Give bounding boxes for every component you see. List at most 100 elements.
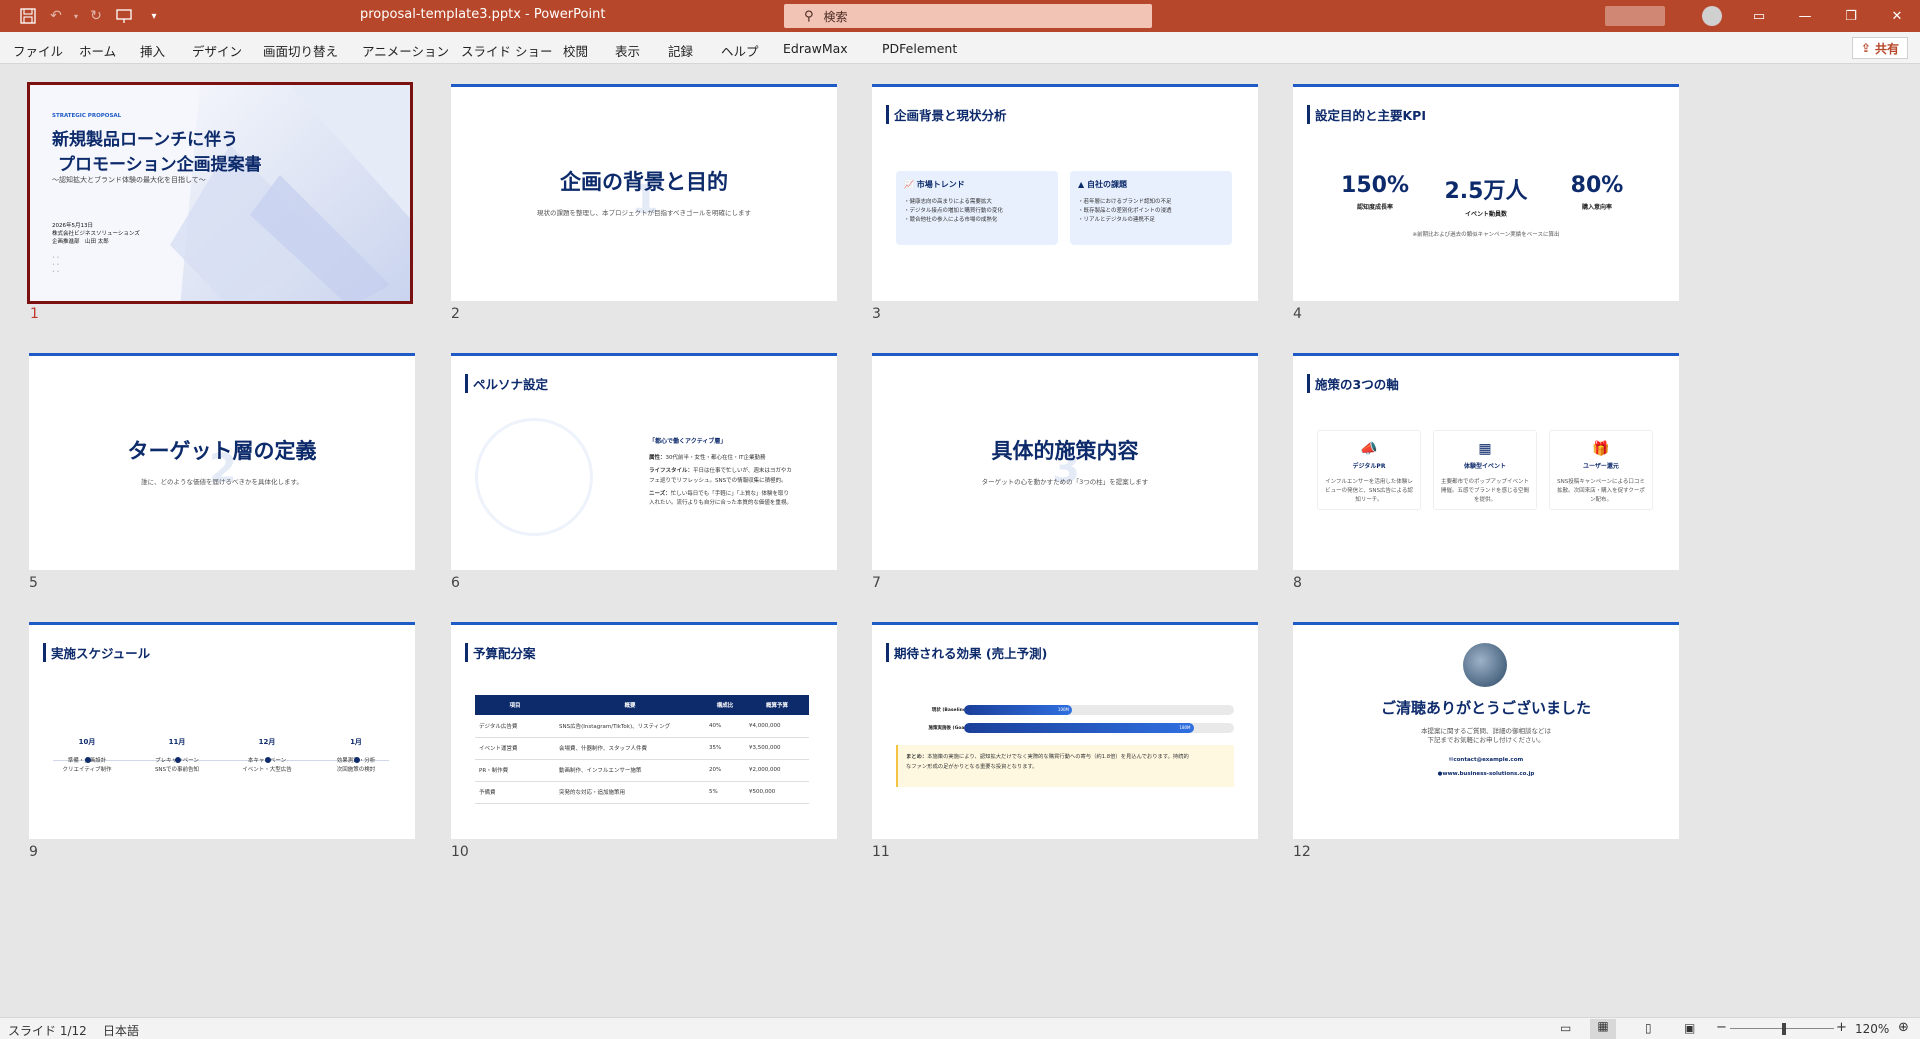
tab-design[interactable]: デザイン (192, 41, 242, 60)
cell: イベント運営費 (475, 737, 555, 760)
needs-label: ニーズ： (649, 491, 671, 498)
axis-desc: SNS投稿キャンペーンによる口コミ拡散。次回来店・購入を促すクーポン配布。 (1557, 479, 1645, 503)
tab-record[interactable]: 記録 (668, 41, 693, 60)
language-indicator[interactable]: 日本語 (103, 1022, 139, 1039)
slide-number-1: 1 (30, 306, 39, 322)
share-button[interactable]: ⇪ 共有 (1851, 37, 1908, 59)
life-label: ライフスタイル： (649, 468, 694, 475)
slide1-subtitle: 〜認知拡大とブランド体験の最大化を目指して〜 (52, 176, 206, 184)
bar-track-baseline: 100M (964, 705, 1234, 715)
slide-thumbnail-1[interactable]: STRATEGIC PROPOSAL 新規製品ローンチに伴う プロモーション企画… (27, 82, 413, 304)
slide9-title: 実施スケジュール (43, 643, 150, 662)
avatar[interactable] (1702, 6, 1722, 26)
zoom-out-icon[interactable]: − (1716, 1020, 1727, 1035)
cell: 突発的な対応・追加施策用 (555, 781, 705, 804)
fit-to-window-icon[interactable]: ⊕ (1898, 1020, 1909, 1035)
title-bar: ↶ ▾ ↻ ▾ proposal-template3.pptx - PowerP… (0, 0, 1920, 32)
status-bar: スライド 1/12 日本語 ▭ ▦ ▯ ▣ − + 120% ⊕ (0, 1017, 1920, 1039)
tab-review[interactable]: 校閲 (563, 41, 588, 60)
summary-label: まとめ： (906, 754, 928, 760)
slideshow-view-icon[interactable]: ▣ (1684, 1021, 1695, 1035)
slide-thumbnail-2[interactable]: 1 企画の背景と目的 現状の課題を整理し、本プロジェクトが目指すべきゴールを明確… (451, 84, 837, 301)
card1-title: 市場トレンド (916, 180, 965, 189)
normal-view-icon[interactable]: ▭ (1560, 1021, 1571, 1035)
minimize-icon[interactable]: — (1782, 0, 1828, 32)
card2-title: 自社の課題 (1086, 180, 1127, 189)
timeline-desc2: イベント・大型広告 (242, 766, 292, 773)
tab-insert[interactable]: 挿入 (140, 41, 165, 60)
kpi-value: 2.5万人 (1444, 179, 1528, 204)
needs-text-2: 入れたい。流行よりも自分に合った本質的な価値を重視。 (649, 500, 792, 507)
summary-box: まとめ：本施策の実施により、認知拡大だけでなく実際的な購買行動への寄与（約1.8… (896, 745, 1234, 787)
slide-thumbnail-6[interactable]: ペルソナ設定 「都心で働くアクティブ層」 属性：30代前半・女性・都心在住・IT… (451, 353, 837, 570)
slide-counter[interactable]: スライド 1/12 (8, 1022, 87, 1039)
customize-toolbar-icon[interactable]: ▾ (144, 6, 164, 26)
slide12-title: ご清聴ありがとうございました (1380, 699, 1591, 717)
cell: ¥500,000 (745, 781, 809, 804)
reading-view-icon[interactable]: ▯ (1645, 1021, 1652, 1035)
start-slideshow-icon[interactable] (114, 6, 134, 26)
timeline-dot (85, 757, 91, 763)
tab-slideshow[interactable]: スライド ショー (461, 41, 552, 60)
slide1-company: 株式会社ビジネスソリューションズ (52, 231, 140, 237)
tab-edrawmax[interactable]: EdrawMax (783, 41, 848, 56)
zoom-in-icon[interactable]: + (1836, 1020, 1847, 1035)
slide-number-6: 6 (451, 575, 460, 591)
life-text-2: フェ巡りでリフレッシュ。SNSでの情報収集に積極的。 (649, 477, 787, 484)
document-title: proposal-template3.pptx - PowerPoint (360, 7, 606, 22)
redo-icon[interactable]: ↻ (86, 6, 106, 26)
restore-icon[interactable]: ❐ (1828, 0, 1874, 32)
axis-title: デジタルPR (1352, 463, 1386, 470)
slide2-subtitle: 現状の課題を整理し、本プロジェクトが目指すべきゴールを明確にします (536, 209, 752, 217)
slide-thumbnail-11[interactable]: 期待される効果 (売上予測) 現状 (Baseline) 100M 施策実施後 … (872, 622, 1258, 839)
tab-home[interactable]: ホーム (79, 41, 116, 60)
slide-thumbnail-8[interactable]: 施策の3つの軸 📣 デジタルPR インフルエンサーを活用した体験レビューの発信と… (1293, 353, 1679, 570)
slide-thumbnail-5[interactable]: 2 ターゲット層の定義 誰に、どのような価値を届けるべきかを具体化します。 (29, 353, 415, 570)
undo-icon[interactable]: ↶ (46, 6, 66, 26)
kpi-value: 80% (1570, 173, 1624, 198)
close-icon[interactable]: ✕ (1874, 0, 1920, 32)
zoom-slider-thumb[interactable] (1782, 1023, 1786, 1035)
slide-sorter-view-icon[interactable]: ▦ (1590, 1019, 1616, 1039)
axis-title: ユーザー還元 (1583, 463, 1619, 470)
search-box[interactable]: ⚲ 検索 (784, 4, 1152, 28)
tab-view[interactable]: 表示 (615, 41, 640, 60)
undo-dropdown-icon[interactable]: ▾ (66, 6, 86, 26)
slide-number-5: 5 (29, 575, 38, 591)
save-icon[interactable] (18, 6, 38, 26)
timeline-dot (175, 757, 181, 763)
slide1-title-line2: プロモーション企画提案書 (58, 155, 262, 175)
persona-title: 「都心で働くアクティブ層」 (649, 438, 727, 445)
ribbon-display-options-icon[interactable]: ▭ (1736, 0, 1782, 32)
table-row: デジタル広告費 SNS広告(Instagram/TikTok)、リスティング 40%… (475, 715, 809, 738)
slide-thumbnail-7[interactable]: 3 具体的施策内容 ターゲットの心を動かすための「3つの柱」を提案します (872, 353, 1258, 570)
contact-email: ✉contact@example.com (1293, 757, 1679, 763)
kpi-3: 80% 購入意向率 (1547, 173, 1647, 211)
slide-thumbnail-3[interactable]: 企画背景と現状分析 📈 市場トレンド ・健康志向の高まりによる需要拡大 ・デジタ… (872, 84, 1258, 301)
cell: ¥3,500,000 (745, 737, 809, 760)
card1-item: ・デジタル接点の増加と購買行動の変化 (904, 207, 1003, 214)
slide-thumbnail-9[interactable]: 実施スケジュール 10月準備・企画設計クリエイティブ制作 11月プレキャンペーン… (29, 622, 415, 839)
slide-thumbnail-4[interactable]: 設定目的と主要KPI 150% 認知度成長率 2.5万人 イベント動員数 80% 購入… (1293, 84, 1679, 301)
tab-transitions[interactable]: 画面切り替え (263, 41, 338, 60)
tab-help[interactable]: ヘルプ (721, 41, 759, 60)
timeline-month: 11月 (168, 738, 186, 746)
tab-file[interactable]: ファイル (13, 41, 63, 60)
slide-thumbnail-10[interactable]: 予算配分案 項目 概要 構成比 概算予算 デジタル広告費 SNS広告(Instag… (451, 622, 837, 839)
zoom-level[interactable]: 120% (1855, 1022, 1889, 1036)
slide3-title: 企画背景と現状分析 (886, 105, 1007, 124)
account-name-blurred (1605, 6, 1665, 26)
attr-label: 属性： (649, 455, 666, 461)
tab-animations[interactable]: アニメーション (362, 41, 449, 60)
slide-number-3: 3 (872, 306, 881, 322)
website-text: www.business-solutions.co.jp (1442, 771, 1535, 777)
slide-thumbnail-12[interactable]: ご清聴ありがとうございました 本提案に関するご質問、詳細の御相談などは 下記まで… (1293, 622, 1679, 839)
budget-header: 概算予算 (745, 695, 809, 715)
slide12-sub2: 下記までお気軽にお申し付けください。 (1427, 736, 1545, 744)
warning-icon: ▲ (1078, 180, 1085, 189)
budget-header: 項目 (475, 695, 555, 715)
slide4-title: 設定目的と主要KPI (1307, 105, 1426, 124)
tab-pdfelement[interactable]: PDFelement (882, 41, 957, 56)
card2-item: ・既存製品との差別化ポイントの浸透 (1078, 207, 1172, 214)
timeline-desc2: SNSでの事前告知 (154, 766, 200, 773)
